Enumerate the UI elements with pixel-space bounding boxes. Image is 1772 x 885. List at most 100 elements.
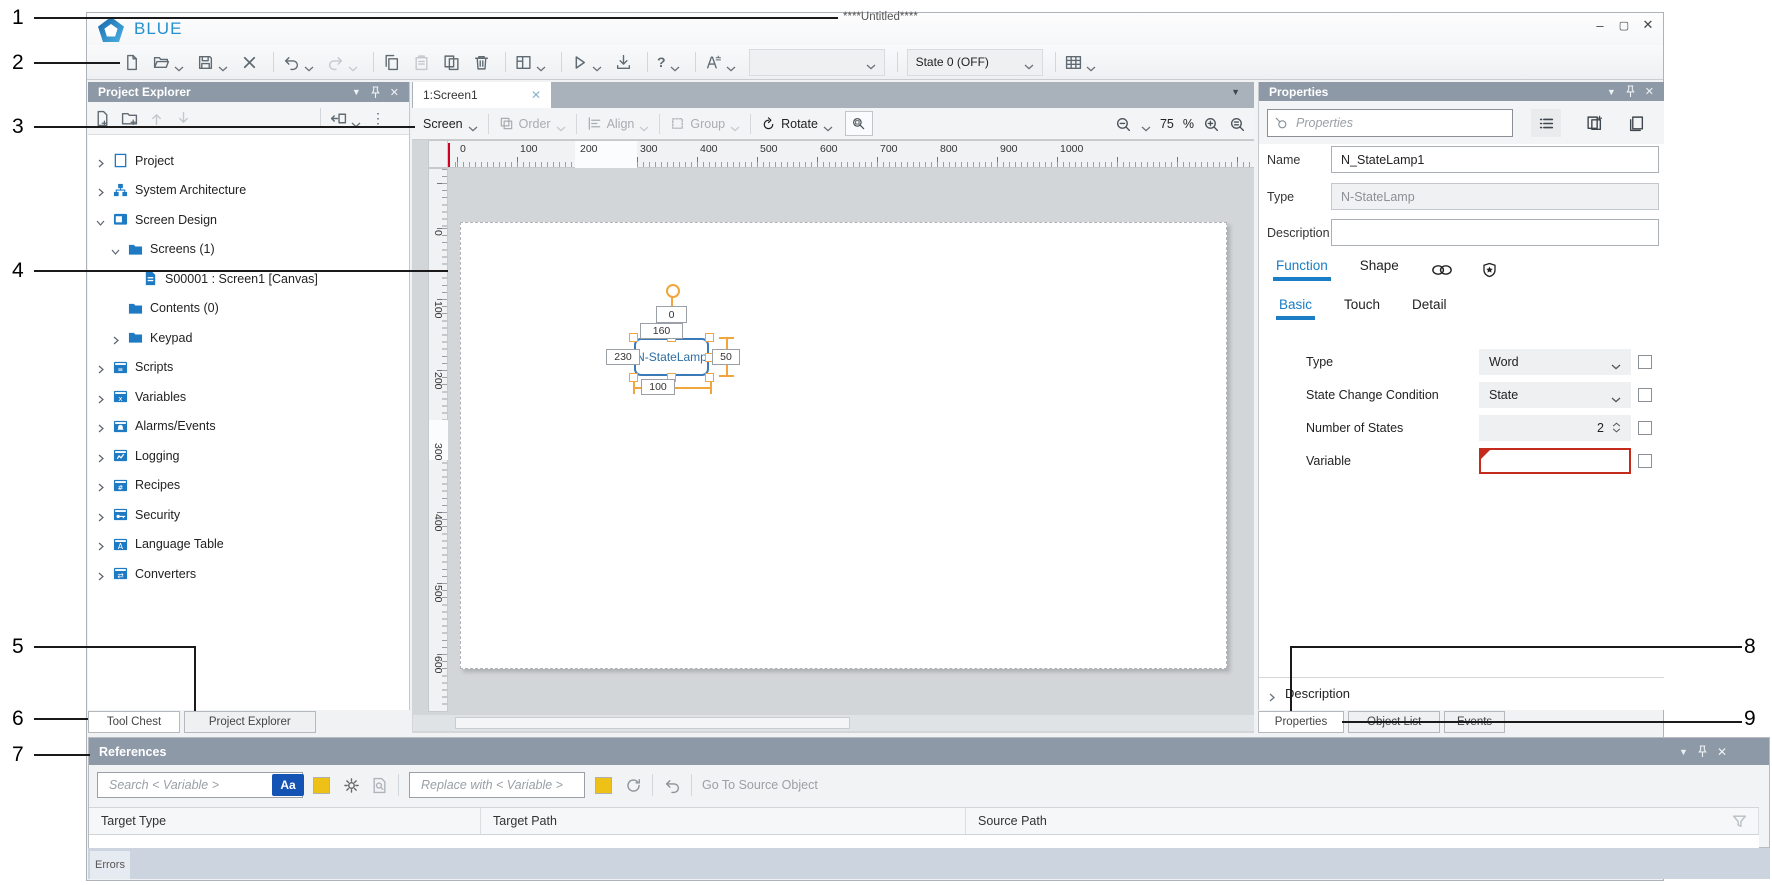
tree-item-language-table[interactable]: ALanguage Table (88, 530, 409, 560)
properties-search-box[interactable] (1267, 109, 1513, 137)
rotate-button[interactable]: Rotate (761, 116, 833, 131)
find-in-page-icon[interactable] (370, 776, 388, 794)
pin-icon[interactable] (370, 86, 381, 99)
chevron-right-icon[interactable] (96, 422, 104, 430)
state-change-condition-control[interactable]: State (1479, 382, 1631, 408)
handle-nw[interactable] (629, 333, 638, 342)
chevron-right-icon[interactable] (96, 186, 104, 194)
tree-item-s00001-screen1-canvas-[interactable]: S00001 : Screen1 [Canvas] (88, 264, 409, 294)
variable-control[interactable] (1479, 448, 1631, 474)
tab-screen1[interactable]: 1:Screen1 ✕ (413, 82, 551, 108)
screen-canvas-page[interactable] (460, 222, 1227, 669)
chevron-right-icon[interactable] (96, 511, 104, 519)
tree-item-variables[interactable]: xVariables (88, 382, 409, 412)
copy-button[interactable] (383, 54, 400, 71)
empty-combo[interactable] (749, 49, 885, 76)
zoom-in-icon[interactable] (1203, 116, 1220, 133)
style-tab-icon[interactable] (1481, 262, 1498, 278)
spinner-arrows[interactable] (1612, 422, 1621, 433)
tree-item-project[interactable]: Project (88, 146, 409, 176)
grid-button[interactable] (1065, 54, 1096, 71)
description-input[interactable] (1331, 219, 1659, 246)
rotate-handle[interactable] (666, 284, 680, 298)
close-panel-icon[interactable]: ✕ (1717, 745, 1727, 759)
chevron-right-icon[interactable] (96, 481, 104, 489)
zoom-out-icon[interactable] (1115, 116, 1132, 133)
screen-button[interactable]: Screen (423, 117, 478, 131)
link-tab-icon[interactable] (1431, 262, 1453, 278)
tab-shape[interactable]: Shape (1360, 258, 1399, 281)
new-document-button[interactable] (123, 54, 140, 71)
state-combo[interactable]: State 0 (OFF) (907, 49, 1043, 76)
panel-menu-icon[interactable]: ▼ (1679, 747, 1688, 757)
tab-touch[interactable]: Touch (1344, 297, 1380, 320)
tabstrip-menu-icon[interactable]: ▼ (1231, 87, 1240, 97)
settings-gear-icon[interactable] (342, 776, 360, 794)
references-search-box[interactable]: Aa (97, 772, 303, 798)
add-screen-button[interactable] (94, 110, 111, 127)
save-button[interactable] (197, 54, 228, 71)
references-replace-input[interactable] (419, 777, 584, 793)
type-control[interactable]: Word (1479, 349, 1631, 375)
tab-detail[interactable]: Detail (1412, 297, 1447, 320)
go-to-source-button[interactable]: Go To Source Object (702, 778, 818, 792)
zoom-dropdown-icon[interactable] (1141, 121, 1151, 127)
number-of-states-control[interactable]: 2 (1479, 415, 1631, 441)
paste-properties-button[interactable] (1621, 109, 1651, 137)
tree-item-screen-design[interactable]: Screen Design (88, 205, 409, 235)
find-on-screen-button[interactable] (845, 111, 873, 136)
tab-close-icon[interactable]: ✕ (531, 88, 541, 102)
search-color-marker[interactable] (313, 777, 330, 794)
replace-undo-icon[interactable] (663, 776, 681, 794)
tab-function[interactable]: Function (1276, 258, 1328, 281)
tree-item-keypad[interactable]: Keypad (88, 323, 409, 353)
references-search-input[interactable] (107, 777, 272, 793)
property-checkbox[interactable] (1638, 421, 1652, 435)
list-view-button[interactable] (1531, 109, 1561, 137)
tree-item-contents-0-[interactable]: Contents (0) (88, 294, 409, 324)
close-panel-icon[interactable]: ✕ (390, 86, 399, 99)
copy-properties-button[interactable] (1579, 109, 1609, 137)
name-input[interactable] (1331, 146, 1659, 173)
property-checkbox[interactable] (1638, 355, 1652, 369)
window-layout-button[interactable] (515, 54, 546, 71)
tab-properties[interactable]: Properties (1258, 711, 1344, 733)
tab-tool-chest[interactable]: Tool Chest (88, 711, 180, 733)
tree-item-scripts[interactable]: ≡Scripts (88, 353, 409, 383)
more-button[interactable]: ⋮ (371, 110, 385, 127)
chevron-down-icon[interactable] (111, 245, 119, 253)
zoom-value[interactable]: 75 (1160, 117, 1174, 131)
column-header-target-path[interactable]: Target Path (481, 808, 966, 834)
chevron-down-icon[interactable] (96, 216, 104, 224)
tree-item-alarms-events[interactable]: Alarms/Events (88, 412, 409, 442)
tree-item-converters[interactable]: ⇄Converters (88, 559, 409, 589)
delete-button[interactable] (473, 54, 490, 71)
help-button[interactable]: ? (657, 54, 680, 71)
pin-icon[interactable] (1625, 85, 1636, 98)
refresh-icon[interactable] (624, 776, 642, 794)
references-replace-box[interactable] (409, 772, 585, 798)
property-checkbox[interactable] (1638, 454, 1652, 468)
panel-menu-icon[interactable]: ▼ (1607, 87, 1616, 97)
tab-basic[interactable]: Basic (1279, 297, 1312, 320)
pin-icon[interactable] (1697, 745, 1708, 758)
run-button[interactable] (571, 54, 602, 71)
chevron-right-icon[interactable] (96, 570, 104, 578)
tree-item-logging[interactable]: Logging (88, 441, 409, 471)
n-statelamp-object[interactable]: N-StateLamp (634, 338, 709, 376)
properties-search-input[interactable] (1294, 115, 1506, 131)
open-button[interactable] (153, 54, 184, 71)
chevron-right-icon[interactable] (96, 393, 104, 401)
match-case-button[interactable]: Aa (272, 774, 304, 796)
close-button[interactable]: ✕ (1637, 16, 1659, 34)
chevron-right-icon[interactable] (96, 540, 104, 548)
errors-tab[interactable]: Errors (90, 851, 130, 879)
tree-item-screens-1-[interactable]: Screens (1) (88, 235, 409, 265)
property-checkbox[interactable] (1638, 388, 1652, 402)
scrollbar-thumb[interactable] (455, 717, 850, 729)
tab-project-explorer[interactable]: Project Explorer (184, 711, 316, 733)
download-button[interactable] (615, 54, 632, 71)
tree-item-recipes[interactable]: #Recipes (88, 471, 409, 501)
add-folder-button[interactable] (121, 110, 138, 127)
chevron-right-icon[interactable] (96, 363, 104, 371)
